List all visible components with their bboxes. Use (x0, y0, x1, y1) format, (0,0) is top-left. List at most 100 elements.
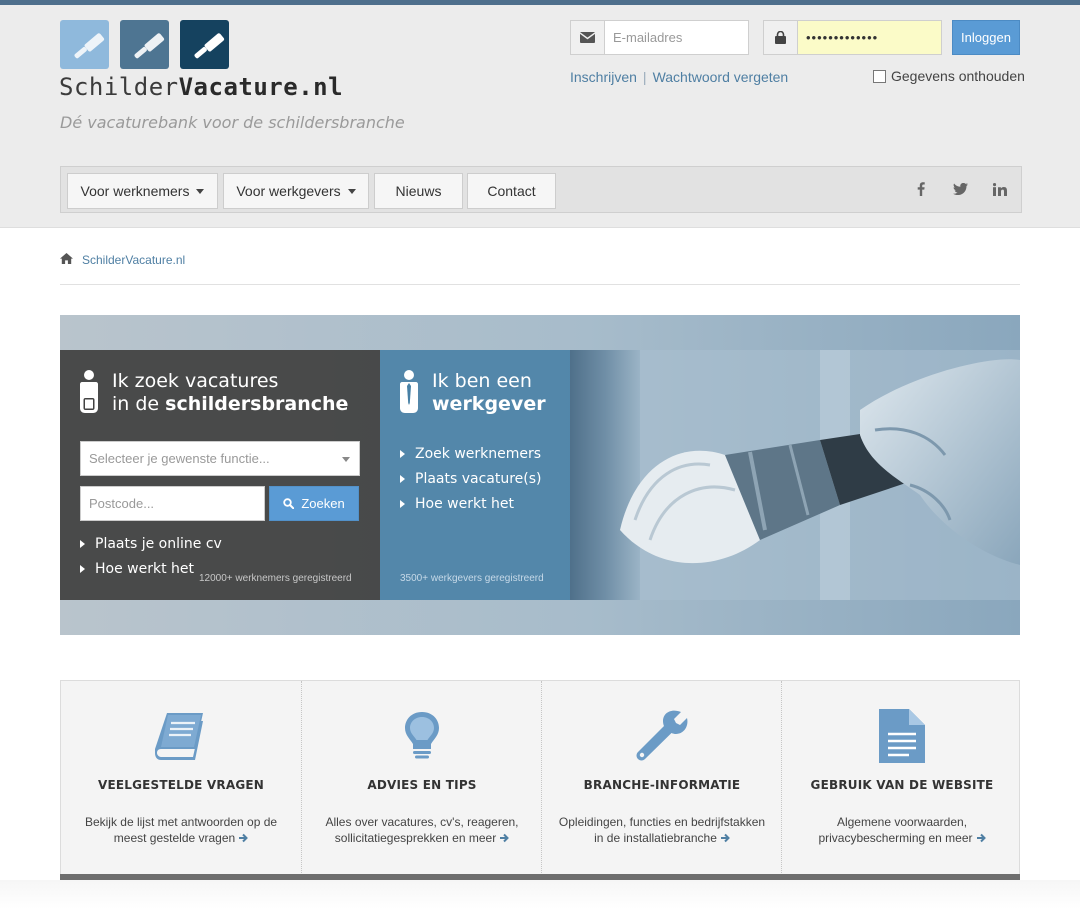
hero-banner: Ik zoek vacatures in de schildersbranche… (60, 315, 1020, 635)
link-label: Plaats vacature(s) (415, 471, 542, 487)
breadcrumb: SchilderVacature.nl (60, 253, 185, 267)
breadcrumb-divider (60, 284, 1020, 285)
feature-description: Algemene voorwaarden, privacybescherming… (798, 814, 1006, 846)
caret-right-icon (80, 540, 85, 548)
linkedin-icon[interactable] (990, 179, 1010, 199)
footer-strip (0, 880, 1080, 909)
caret-right-icon (400, 450, 405, 458)
caret-down-icon (347, 188, 356, 194)
breadcrumb-current[interactable]: SchilderVacature.nl (82, 253, 185, 267)
employer-title-bold: werkgever (432, 393, 546, 415)
logo-square-mid (120, 20, 169, 69)
tagline: Dé vacaturebank voor de schildersbranche (60, 113, 405, 132)
login-button[interactable]: Inloggen (952, 20, 1020, 55)
nav-voor-werknemers[interactable]: Voor werknemers (67, 173, 218, 209)
jobseeker-title: Ik zoek vacatures in de schildersbranche (112, 370, 348, 416)
password-field-group (763, 20, 942, 55)
login-links: Inschrijven | Wachtwoord vergeten (570, 69, 788, 85)
link-label: Hoe werkt het (95, 561, 194, 577)
jobseeker-title-line1: Ik zoek vacatures (112, 370, 279, 392)
feature-title: BRANCHE-INFORMATIE (583, 778, 741, 792)
feature-title: GEBRUIK VAN DE WEBSITE (810, 778, 994, 792)
nav-contact[interactable]: Contact (467, 173, 556, 209)
twitter-icon[interactable] (950, 179, 970, 199)
link-separator: | (642, 69, 647, 85)
arrow-right-icon (976, 833, 986, 843)
feature-faq[interactable]: VEELGESTELDE VRAGEN Bekijk de lijst met … (61, 681, 301, 877)
logo-text-light: Schilder (59, 73, 179, 101)
main-navbar: Voor werknemers Voor werkgevers Nieuws C… (60, 166, 1022, 213)
logo-wordmark[interactable]: SchilderVacature.nl (59, 73, 343, 101)
nav-voor-werkgevers[interactable]: Voor werkgevers (223, 173, 369, 209)
link-label: Hoe werkt het (415, 496, 514, 512)
caret-right-icon (400, 500, 405, 508)
jobseeker-person-icon (80, 370, 98, 418)
function-select[interactable]: Selecteer je gewenste functie... (80, 441, 360, 476)
jobseeker-title-bold: schildersbranche (165, 393, 349, 415)
feature-desc-text: Opleidingen, functies en bedrijfstakken … (558, 815, 766, 845)
postcode-input[interactable] (80, 486, 265, 521)
password-input[interactable] (798, 21, 941, 54)
link-plaats-vacatures[interactable]: Plaats vacature(s) (400, 471, 542, 487)
nav-nieuws[interactable]: Nieuws (374, 173, 463, 209)
link-hoe-werkt-het-werknemer[interactable]: Hoe werkt het (80, 561, 194, 577)
arrow-right-icon (500, 833, 510, 843)
employer-panel: Ik ben een werkgever Zoek werknemers Pla… (380, 350, 570, 600)
lightbulb-icon (302, 709, 542, 761)
employer-person-icon (400, 370, 418, 418)
feature-description: Alles over vacatures, cv's, reageren, so… (318, 814, 526, 846)
jobseeker-title-prefix: in de (112, 393, 166, 415)
wrench-icon (542, 709, 782, 761)
employer-title-line2: werkgever (432, 393, 546, 416)
feature-website-use[interactable]: GEBRUIK VAN DE WEBSITE Algemene voorwaar… (781, 681, 1021, 877)
arrow-right-icon (720, 833, 730, 843)
nav-label: Voor werkgevers (236, 183, 341, 199)
caret-down-icon (196, 188, 205, 194)
site-header: SchilderVacature.nl Dé vacaturebank voor… (0, 5, 1080, 228)
nav-label: Contact (487, 183, 536, 199)
link-plaats-cv[interactable]: Plaats je online cv (80, 536, 222, 552)
link-hoe-werkt-het-werkgever[interactable]: Hoe werkt het (400, 496, 514, 512)
logo-square-dark (180, 20, 229, 69)
remember-label: Gegevens onthouden (891, 68, 1025, 84)
forgot-password-link[interactable]: Wachtwoord vergeten (653, 69, 789, 85)
feature-advice[interactable]: ADVIES EN TIPS Alles over vacatures, cv'… (301, 681, 541, 877)
nav-label: Nieuws (395, 183, 442, 199)
feature-desc-text: Algemene voorwaarden, privacybescherming… (818, 815, 973, 845)
caret-right-icon (80, 565, 85, 573)
logo-text-bold: Vacature.nl (178, 73, 344, 101)
jobseeker-panel: Ik zoek vacatures in de schildersbranche… (60, 350, 380, 600)
document-icon (782, 709, 1022, 763)
feature-title: ADVIES EN TIPS (367, 778, 477, 792)
employer-title: Ik ben een werkgever (432, 370, 546, 416)
register-link[interactable]: Inschrijven (570, 69, 637, 85)
search-button[interactable]: Zoeken (269, 486, 359, 521)
feature-title: VEELGESTELDE VRAGEN (97, 778, 265, 792)
feature-desc-text: Bekijk de lijst met antwoorden op de mee… (84, 815, 278, 845)
caret-right-icon (400, 475, 405, 483)
seeker-count: 12000+ werknemers geregistreerd (199, 573, 352, 584)
caret-down-icon (342, 457, 350, 462)
feature-description: Bekijk de lijst met antwoorden op de mee… (77, 814, 285, 846)
employer-count: 3500+ werkgevers geregistreerd (400, 573, 544, 584)
search-button-label: Zoeken (301, 496, 345, 511)
feature-branche-info[interactable]: BRANCHE-INFORMATIE Opleidingen, functies… (541, 681, 781, 877)
feature-boxes: VEELGESTELDE VRAGEN Bekijk de lijst met … (60, 680, 1020, 878)
envelope-icon (571, 21, 605, 54)
search-icon (283, 498, 295, 509)
link-zoek-werknemers[interactable]: Zoek werknemers (400, 446, 541, 462)
remember-checkbox[interactable] (873, 69, 886, 83)
facebook-icon[interactable] (911, 179, 931, 199)
logo-square-light (60, 20, 109, 69)
lock-icon (764, 21, 798, 54)
home-icon[interactable] (60, 253, 73, 267)
feature-desc-text: Alles over vacatures, cv's, reageren, so… (325, 815, 519, 845)
link-label: Plaats je online cv (95, 536, 222, 552)
nav-label: Voor werknemers (80, 183, 190, 199)
email-input[interactable] (605, 21, 748, 54)
jobseeker-title-line2: in de schildersbranche (112, 393, 348, 416)
feature-description: Opleidingen, functies en bedrijfstakken … (558, 814, 766, 846)
employer-title-line1: Ik ben een (432, 370, 532, 392)
email-field-group (570, 20, 749, 55)
remember-me[interactable]: Gegevens onthouden (873, 68, 1025, 84)
